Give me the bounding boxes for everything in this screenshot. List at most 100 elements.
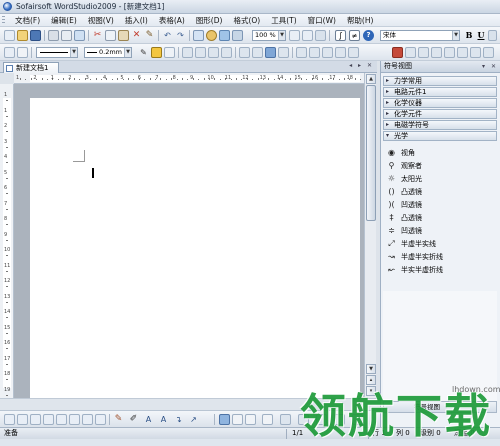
- scroll-down-icon[interactable]: ▼: [366, 364, 376, 374]
- symbol-item[interactable]: () 凸透镜: [387, 186, 497, 198]
- chevron-down-icon[interactable]: ▼: [452, 31, 459, 40]
- insert-textbox-icon[interactable]: [232, 30, 243, 41]
- header-footer-icon[interactable]: [335, 47, 346, 58]
- numbering-icon[interactable]: [252, 47, 263, 58]
- menu-drawing[interactable]: 图形(D): [192, 15, 227, 26]
- align-left-icon[interactable]: [182, 47, 193, 58]
- vertical-scrollbar[interactable]: ▲ ▼ ▴ ▾: [364, 73, 376, 398]
- symbol-item[interactable]: ↜ 半实半虚折线: [387, 264, 497, 276]
- insert-table-icon[interactable]: [193, 30, 204, 41]
- insert-image-icon[interactable]: [219, 30, 230, 41]
- select-tool-icon[interactable]: [4, 47, 15, 58]
- line-color-icon[interactable]: ✎: [138, 47, 149, 58]
- symbol-item[interactable]: ☼ 太阳光: [387, 173, 497, 185]
- delete-icon[interactable]: ✕: [131, 30, 142, 41]
- horizontal-ruler[interactable]: 1 2 1 2 3 4 5 6 7 8 9 10 11 12 13 14 15 16 17 18: [14, 73, 376, 84]
- distribute-icon[interactable]: [95, 414, 106, 425]
- line-width-select[interactable]: 0.2mm ▼: [84, 47, 132, 58]
- menu-tools[interactable]: 工具(T): [267, 15, 300, 26]
- menu-view[interactable]: 视图(V): [84, 15, 118, 26]
- save-icon[interactable]: [30, 30, 41, 41]
- font-size-up-icon[interactable]: [431, 47, 442, 58]
- document-canvas[interactable]: [14, 84, 364, 398]
- paste-icon[interactable]: [118, 30, 129, 41]
- scrollbar-thumb[interactable]: [366, 85, 376, 221]
- spellcheck-icon[interactable]: [74, 30, 85, 41]
- highlight-icon[interactable]: [392, 47, 403, 58]
- symbol-item[interactable]: )( 凹透镜: [387, 199, 497, 211]
- bold-button[interactable]: B: [464, 30, 474, 41]
- menu-format[interactable]: 格式(O): [229, 15, 264, 26]
- redo-icon[interactable]: ↷: [175, 30, 186, 41]
- category-circuit-1[interactable]: 电路元件1: [383, 87, 497, 97]
- symbol-item[interactable]: ‡ 凸透镜: [387, 212, 497, 224]
- columns-icon[interactable]: [309, 47, 320, 58]
- bullets-icon[interactable]: [239, 47, 250, 58]
- group-tool-icon[interactable]: [43, 414, 54, 425]
- vertical-ruler[interactable]: 1 1 2 3 4 5 6 7 8 9 10 11 12 13 14 15 16 17 18 19: [0, 84, 14, 398]
- pointer-tool-icon[interactable]: [4, 414, 15, 425]
- text-tool-icon[interactable]: A: [143, 414, 154, 425]
- page-setup-icon[interactable]: [322, 47, 333, 58]
- fill-color-icon[interactable]: [151, 47, 162, 58]
- line-tool-icon[interactable]: [232, 414, 243, 425]
- indent-icon[interactable]: [265, 47, 276, 58]
- copy-icon[interactable]: [105, 30, 116, 41]
- symbol-item[interactable]: ◉ 视角: [387, 147, 497, 159]
- category-chem-elements[interactable]: 化学元件: [383, 109, 497, 119]
- zoom-in-icon[interactable]: [289, 30, 300, 41]
- print-icon[interactable]: [48, 30, 59, 41]
- rectangle-tool-icon[interactable]: [219, 414, 230, 425]
- category-optics[interactable]: 光学: [383, 131, 497, 141]
- brush-icon[interactable]: ✐: [128, 414, 139, 425]
- symbol-icon[interactable]: ≠: [349, 30, 360, 41]
- cut-icon[interactable]: ✂: [92, 30, 103, 41]
- new-document-icon[interactable]: [4, 30, 15, 41]
- edit-tool-icon[interactable]: [17, 47, 28, 58]
- scroll-up-icon[interactable]: ▲: [366, 74, 376, 84]
- formula-icon[interactable]: ∫: [335, 30, 346, 41]
- symbol-item[interactable]: ⚲ 观察者: [387, 160, 497, 172]
- ungroup-tool-icon[interactable]: [56, 414, 67, 425]
- menu-window[interactable]: 窗口(W): [304, 15, 340, 26]
- line-spacing-icon[interactable]: [457, 47, 468, 58]
- tab-navigation-controls[interactable]: ◂ ▸ ✕: [349, 62, 374, 69]
- align-center-icon[interactable]: [195, 47, 206, 58]
- superscript-icon[interactable]: [405, 47, 416, 58]
- bring-front-icon[interactable]: [69, 414, 80, 425]
- flip-tool-icon[interactable]: [30, 414, 41, 425]
- undo-icon[interactable]: ↶: [162, 30, 173, 41]
- menu-edit[interactable]: 编辑(E): [47, 15, 81, 26]
- align-right-icon[interactable]: [208, 47, 219, 58]
- shadow-icon[interactable]: [164, 47, 175, 58]
- format-painter-icon[interactable]: ✎: [144, 30, 155, 41]
- arc-tool-icon[interactable]: [280, 414, 291, 425]
- ellipse-tool-icon[interactable]: [245, 414, 256, 425]
- symbol-item[interactable]: ≑ 凹透镜: [387, 225, 497, 237]
- chevron-down-icon[interactable]: ▼: [124, 48, 131, 57]
- line-style-select[interactable]: ▼: [36, 47, 78, 58]
- wordart-icon[interactable]: A: [158, 414, 169, 425]
- menu-help[interactable]: 帮助(H): [343, 15, 378, 26]
- polygon-tool-icon[interactable]: [262, 414, 273, 425]
- tab-document-1[interactable]: 新建文档1: [3, 62, 59, 73]
- border-icon[interactable]: [296, 47, 307, 58]
- page-number-icon[interactable]: [348, 47, 359, 58]
- chevron-down-icon[interactable]: ▼: [278, 31, 285, 40]
- text-color-icon[interactable]: [488, 30, 497, 41]
- justify-icon[interactable]: [221, 47, 232, 58]
- font-family-select[interactable]: 宋体 ▼: [380, 30, 460, 41]
- symbol-item[interactable]: ⤢ 半虚半实线: [387, 238, 497, 250]
- subscript-icon[interactable]: [418, 47, 429, 58]
- character-spacing-icon[interactable]: [470, 47, 481, 58]
- category-mechanics[interactable]: 力学常用: [383, 76, 497, 86]
- connector-icon[interactable]: ↴: [173, 414, 184, 425]
- menu-file[interactable]: 文档(F): [11, 15, 44, 26]
- document-page[interactable]: [30, 98, 360, 398]
- paragraph-icon[interactable]: [483, 47, 494, 58]
- zoom-select[interactable]: 100 % ▼: [252, 30, 286, 41]
- symbol-item[interactable]: ↝ 半虚半实折线: [387, 251, 497, 263]
- print-preview-icon[interactable]: [61, 30, 72, 41]
- font-size-down-icon[interactable]: [444, 47, 455, 58]
- panel-controls[interactable]: ▾ ✕: [482, 61, 498, 72]
